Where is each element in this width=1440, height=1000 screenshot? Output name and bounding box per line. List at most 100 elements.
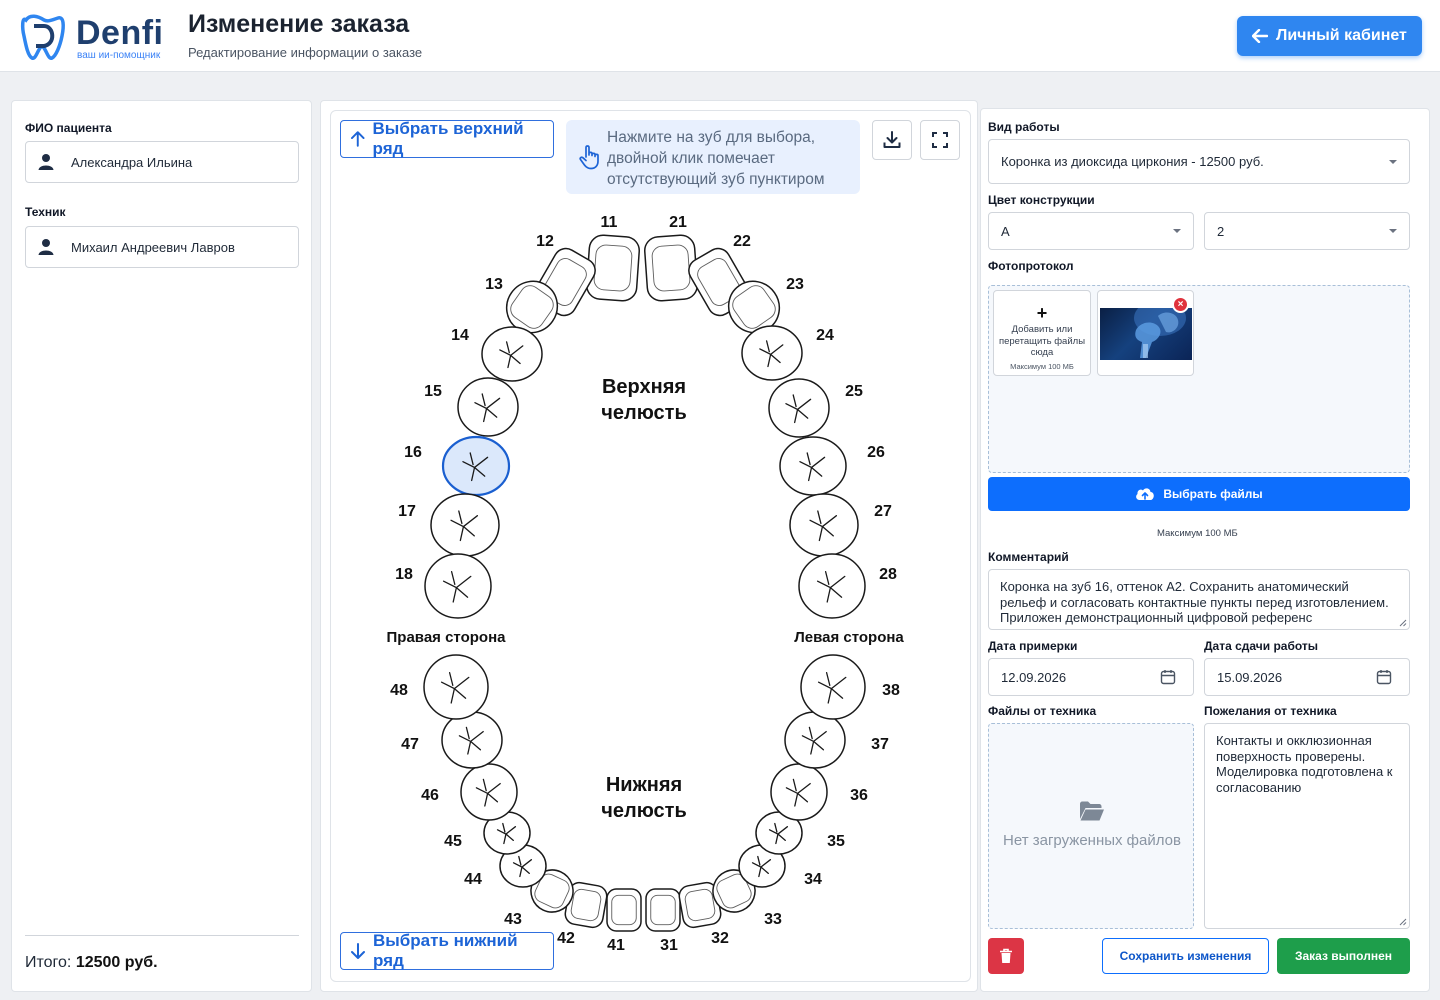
tooth-number-label: 41 xyxy=(607,937,625,954)
photo-thumbnail[interactable] xyxy=(1100,308,1192,360)
tech-wishes-textarea[interactable]: Контакты и окклюзионная поверхность пров… xyxy=(1204,723,1410,929)
chevron-down-icon xyxy=(1389,229,1397,233)
color-shade-select[interactable]: A xyxy=(988,212,1194,250)
trash-icon xyxy=(1000,948,1012,963)
personal-cabinet-button[interactable]: Личный кабинет xyxy=(1237,16,1422,56)
tooth-26[interactable]: 26 xyxy=(779,436,885,496)
tooth-14[interactable]: 14 xyxy=(451,326,543,382)
fitting-date-input[interactable]: 12.09.2026 xyxy=(988,658,1194,696)
patient-label: ФИО пациента xyxy=(25,121,112,135)
tooth-number-label: 32 xyxy=(711,930,729,947)
user-icon xyxy=(38,154,54,170)
fitting-date-label: Дата примерки xyxy=(988,639,1078,653)
tooth-11[interactable]: 11 xyxy=(586,214,640,302)
denfi-logo[interactable]: Denfi ваш ии-помощник xyxy=(18,12,178,62)
tooth-number-label: 26 xyxy=(867,444,885,461)
patient-field[interactable]: Александра Ильина xyxy=(25,141,299,183)
tooth-41[interactable]: 41 xyxy=(606,888,642,954)
tooth-31[interactable]: 31 xyxy=(645,888,681,954)
color-tone-select[interactable]: 2 xyxy=(1204,212,1410,250)
logo-wordmark: Denfi xyxy=(76,14,164,52)
calendar-icon[interactable] xyxy=(1376,669,1392,685)
chevron-down-icon xyxy=(1173,229,1181,233)
resize-handle-icon[interactable] xyxy=(1399,918,1407,926)
tech-files-dropzone: Нет загруженных файлов xyxy=(988,723,1194,929)
delivery-date-label: Дата сдачи работы xyxy=(1204,639,1319,653)
add-files-text: Добавить или перетащить файлы сюда xyxy=(998,324,1086,358)
tooth-number-label: 33 xyxy=(764,911,782,928)
tooth-18[interactable]: 18 xyxy=(395,553,492,619)
tooth-number-label: 42 xyxy=(557,930,575,947)
upload-size-limit: Максимум 100 МБ xyxy=(1157,528,1238,539)
order-complete-button[interactable]: Заказ выполнен xyxy=(1277,938,1410,974)
tooth-number-label: 35 xyxy=(827,833,845,850)
delivery-date-input[interactable]: 15.09.2026 xyxy=(1204,658,1410,696)
tooth-number-label: 12 xyxy=(536,233,554,250)
upper-jaw-label-line2: челюсть xyxy=(601,402,686,424)
tooth-21[interactable]: 21 xyxy=(644,214,698,302)
download-icon xyxy=(883,131,901,148)
technician-field[interactable]: Михаил Андреевич Лавров xyxy=(25,226,299,268)
tooth-number-label: 22 xyxy=(733,233,751,250)
total-value: 12500 руб. xyxy=(75,954,158,971)
lower-row-label: Выбрать нижний ряд xyxy=(372,931,518,970)
tooth-37[interactable]: 37 xyxy=(784,711,889,769)
page-subtitle: Редактирование информации о заказе xyxy=(188,45,423,60)
tooth-number-label: 17 xyxy=(398,503,416,520)
tooth-28[interactable]: 28 xyxy=(798,553,897,619)
tooth-number-label: 48 xyxy=(390,682,408,699)
arrow-down-icon xyxy=(351,943,365,959)
tooth-number-label: 46 xyxy=(421,787,439,804)
select-lower-row-button[interactable]: Выбрать нижний ряд xyxy=(340,931,554,970)
tooth-number-label: 34 xyxy=(804,871,822,888)
tooth-number-label: 15 xyxy=(424,383,442,400)
save-changes-button[interactable]: Сохранить изменения xyxy=(1102,938,1269,974)
tooth-16[interactable]: 16 xyxy=(404,435,511,497)
tooth-logo-icon xyxy=(20,14,65,60)
add-files-tile[interactable]: + Добавить или перетащить файлы сюда Мак… xyxy=(993,290,1091,376)
tooth-15[interactable]: 15 xyxy=(424,377,519,437)
resize-handle-icon[interactable] xyxy=(1399,619,1407,627)
fitting-date-value: 12.09.2026 xyxy=(1001,669,1067,685)
select-upper-row-button[interactable]: Выбрать верхний ряд xyxy=(340,119,554,158)
selection-hint: Нажмите на зуб для выбора, двойной клик … xyxy=(566,120,860,194)
tooth-number-label: 24 xyxy=(816,327,834,344)
remove-photo-button[interactable]: × xyxy=(1172,296,1189,313)
color-label: Цвет конструкции xyxy=(988,193,1095,207)
arrow-left-icon xyxy=(1252,29,1269,43)
order-total: Итого: 12500 руб. xyxy=(25,954,158,972)
comment-textarea[interactable]: Коронка на зуб 16, оттенок A2. Сохранить… xyxy=(988,569,1410,630)
tooth-25[interactable]: 25 xyxy=(768,378,863,438)
implant-render-image xyxy=(1134,308,1186,358)
tech-wishes-label: Пожелания от техника xyxy=(1204,704,1337,718)
tooth-17[interactable]: 17 xyxy=(398,493,500,557)
tooth-46[interactable]: 46 xyxy=(421,763,518,821)
plus-icon: + xyxy=(1036,303,1048,323)
delete-order-button[interactable] xyxy=(988,938,1024,974)
fullscreen-button[interactable] xyxy=(920,120,960,160)
tooth-24[interactable]: 24 xyxy=(741,325,834,381)
tooth-number-label: 23 xyxy=(786,276,804,293)
technician-label: Техник xyxy=(25,205,66,219)
tooth-38[interactable]: 38 xyxy=(800,654,900,720)
download-button[interactable] xyxy=(872,120,912,160)
tooth-number-label: 11 xyxy=(601,214,618,231)
fullscreen-icon xyxy=(932,132,948,148)
left-side-label: Левая сторона xyxy=(794,629,904,646)
work-type-select[interactable]: Коронка из диоксида циркония - 12500 руб… xyxy=(988,139,1410,184)
no-files-text: Нет загруженных файлов xyxy=(1003,832,1181,849)
choose-files-button[interactable]: Выбрать файлы xyxy=(988,477,1410,511)
work-type-label: Вид работы xyxy=(988,120,1060,134)
tooth-chart[interactable]: 11 12 13 14 15 16 17 18 21 22 23 24 25 26 27 28 31 32 33 34… xyxy=(330,200,970,960)
tooth-48[interactable]: 48 xyxy=(390,654,489,720)
tooth-27[interactable]: 27 xyxy=(789,493,892,557)
tooth-36[interactable]: 36 xyxy=(770,763,868,821)
calendar-icon[interactable] xyxy=(1160,669,1176,685)
folder-open-icon xyxy=(1080,801,1104,821)
hint-text: Нажмите на зуб для выбора, двойной клик … xyxy=(607,129,825,188)
tooth-number-label: 25 xyxy=(845,383,863,400)
cloud-upload-icon xyxy=(1136,488,1155,500)
app-header: Denfi ваш ии-помощник Изменение заказа Р… xyxy=(0,0,1440,72)
tooth-47[interactable]: 47 xyxy=(401,711,503,769)
cabinet-button-label: Личный кабинет xyxy=(1276,27,1407,44)
